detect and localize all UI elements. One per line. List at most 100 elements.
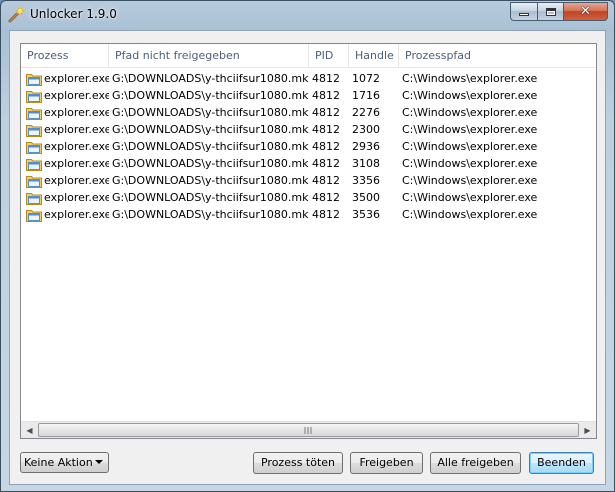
process-path-cell: C:\Windows\explorer.exe	[402, 123, 538, 136]
column-header-locked-path[interactable]: Pfad nicht freigegeben	[109, 44, 309, 68]
process-path-cell: C:\Windows\explorer.exe	[402, 157, 538, 170]
pid-cell: 4812	[312, 106, 340, 119]
folder-window-icon	[26, 90, 42, 103]
handle-cell: 3356	[352, 174, 380, 187]
table-row[interactable]: explorer.exe G:\DOWNLOADS\y-thciifsur108…	[21, 138, 596, 155]
handle-cell: 3536	[352, 208, 380, 221]
handle-cell: 3108	[352, 157, 380, 170]
locked-path-cell: G:\DOWNLOADS\y-thciifsur1080.mkv	[112, 174, 309, 187]
table-row[interactable]: explorer.exe G:\DOWNLOADS\y-thciifsur108…	[21, 104, 596, 121]
process-cell: explorer.exe	[21, 172, 109, 189]
process-path-cell: C:\Windows\explorer.exe	[402, 208, 538, 221]
pid-cell: 4812	[312, 157, 340, 170]
handle-cell: 1716	[352, 89, 380, 102]
process-cell: explorer.exe	[21, 138, 109, 155]
folder-window-icon	[26, 175, 42, 188]
folder-window-icon	[26, 124, 42, 137]
process-name: explorer.exe	[44, 89, 109, 102]
handle-cell: 2936	[352, 140, 380, 153]
magic-wand-icon	[8, 6, 24, 23]
locked-path-cell: G:\DOWNLOADS\y-thciifsur1080.mkv	[112, 191, 309, 204]
caption-buttons: ✕	[510, 2, 608, 21]
column-header-pid[interactable]: PID	[309, 44, 349, 68]
process-path-cell: C:\Windows\explorer.exe	[402, 106, 538, 119]
locked-path-cell: G:\DOWNLOADS\y-thciifsur1080.mkv	[112, 123, 309, 136]
table-row[interactable]: explorer.exe G:\DOWNLOADS\y-thciifsur108…	[21, 70, 596, 87]
folder-window-icon	[26, 107, 42, 120]
window-title: Unlocker 1.9.0	[30, 7, 117, 21]
unlock-all-button[interactable]: Alle freigeben	[430, 452, 521, 474]
table-row[interactable]: explorer.exe G:\DOWNLOADS\y-thciifsur108…	[21, 155, 596, 172]
folder-window-icon	[26, 158, 42, 171]
grip-icon	[304, 427, 313, 434]
close-icon: ✕	[580, 4, 591, 19]
pid-cell: 4812	[312, 123, 340, 136]
close-button[interactable]: ✕	[563, 2, 608, 21]
handle-cell: 2300	[352, 123, 380, 136]
table-row[interactable]: explorer.exe G:\DOWNLOADS\y-thciifsur108…	[21, 121, 596, 138]
process-path-cell: C:\Windows\explorer.exe	[402, 72, 538, 85]
locked-path-cell: G:\DOWNLOADS\y-thciifsur1080.mkv	[112, 72, 309, 85]
process-list[interactable]: Prozess Pfad nicht freigegeben PID Handl…	[20, 43, 597, 439]
exit-button[interactable]: Beenden	[529, 452, 594, 474]
handle-cell: 2276	[352, 106, 380, 119]
table-row[interactable]: explorer.exe G:\DOWNLOADS\y-thciifsur108…	[21, 87, 596, 104]
scroll-right-arrow-icon[interactable]: ▶	[579, 422, 596, 438]
action-dropdown[interactable]: Keine Aktion	[20, 452, 109, 473]
locked-path-cell: G:\DOWNLOADS\y-thciifsur1080.mkv	[112, 208, 309, 221]
pid-cell: 4812	[312, 72, 340, 85]
column-header-process-path[interactable]: Prozesspfad	[399, 44, 596, 68]
process-cell: explorer.exe	[21, 206, 109, 223]
locked-path-cell: G:\DOWNLOADS\y-thciifsur1080.mkv	[112, 140, 309, 153]
process-name: explorer.exe	[44, 106, 109, 119]
process-name: explorer.exe	[44, 123, 109, 136]
process-path-cell: C:\Windows\explorer.exe	[402, 174, 538, 187]
process-path-cell: C:\Windows\explorer.exe	[402, 140, 538, 153]
process-path-cell: C:\Windows\explorer.exe	[402, 89, 538, 102]
process-cell: explorer.exe	[21, 70, 109, 87]
title-bar[interactable]: Unlocker 1.9.0 ✕	[1, 1, 614, 29]
horizontal-scrollbar[interactable]: ◀ ▶	[21, 421, 596, 438]
process-name: explorer.exe	[44, 191, 109, 204]
minimize-icon	[519, 13, 529, 16]
locked-path-cell: G:\DOWNLOADS\y-thciifsur1080.mkv	[112, 157, 309, 170]
pid-cell: 4812	[312, 208, 340, 221]
column-header-handle[interactable]: Handle	[349, 44, 399, 68]
process-name: explorer.exe	[44, 174, 109, 187]
process-cell: explorer.exe	[21, 104, 109, 121]
process-path-cell: C:\Windows\explorer.exe	[402, 191, 538, 204]
process-cell: explorer.exe	[21, 155, 109, 172]
column-header-process[interactable]: Prozess	[21, 44, 109, 68]
folder-window-icon	[26, 141, 42, 154]
folder-window-icon	[26, 209, 42, 222]
pid-cell: 4812	[312, 174, 340, 187]
folder-window-icon	[26, 73, 42, 86]
handle-cell: 1072	[352, 72, 380, 85]
process-name: explorer.exe	[44, 140, 109, 153]
kill-process-button[interactable]: Prozess töten	[253, 452, 343, 474]
unlocker-window: Unlocker 1.9.0 ✕ Prozess Pfad nicht frei…	[0, 0, 615, 492]
list-header: Prozess Pfad nicht freigegeben PID Handl…	[21, 44, 596, 68]
table-row[interactable]: explorer.exe G:\DOWNLOADS\y-thciifsur108…	[21, 206, 596, 223]
minimize-button[interactable]	[510, 2, 537, 21]
locked-path-cell: G:\DOWNLOADS\y-thciifsur1080.mkv	[112, 106, 309, 119]
table-row[interactable]: explorer.exe G:\DOWNLOADS\y-thciifsur108…	[21, 189, 596, 206]
locked-path-cell: G:\DOWNLOADS\y-thciifsur1080.mkv	[112, 89, 309, 102]
chevron-down-icon	[95, 460, 103, 464]
maximize-button[interactable]	[537, 2, 563, 21]
process-cell: explorer.exe	[21, 189, 109, 206]
scroll-left-arrow-icon[interactable]: ◀	[21, 422, 38, 438]
list-body: explorer.exe G:\DOWNLOADS\y-thciifsur108…	[21, 70, 596, 223]
pid-cell: 4812	[312, 89, 340, 102]
maximize-icon	[545, 7, 556, 16]
table-row[interactable]: explorer.exe G:\DOWNLOADS\y-thciifsur108…	[21, 172, 596, 189]
unlock-button[interactable]: Freigeben	[350, 452, 423, 474]
pid-cell: 4812	[312, 191, 340, 204]
process-name: explorer.exe	[44, 157, 109, 170]
pid-cell: 4812	[312, 140, 340, 153]
process-name: explorer.exe	[44, 72, 109, 85]
process-cell: explorer.exe	[21, 121, 109, 138]
folder-window-icon	[26, 192, 42, 205]
scrollbar-thumb[interactable]	[38, 423, 579, 437]
process-cell: explorer.exe	[21, 87, 109, 104]
